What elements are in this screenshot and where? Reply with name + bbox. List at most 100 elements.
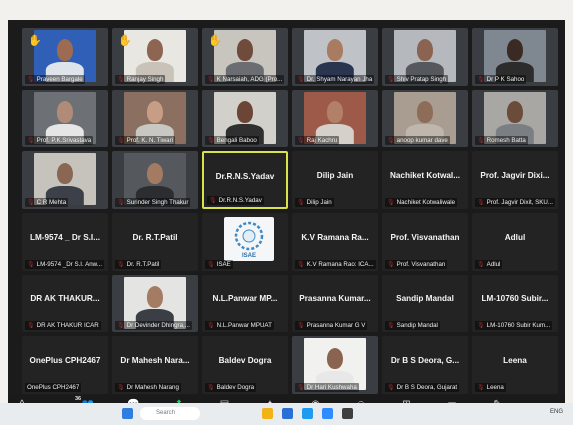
participant-tile[interactable]: Prof. Jagvir Dixi... 🎙 Prof. Jagvir Dixit,… (472, 151, 558, 209)
participant-tile[interactable]: 🎙 Dr P K Sahoo (472, 28, 558, 86)
participant-name-label: 🎙 Dr. Shyam Narayan Jha (295, 74, 375, 84)
start-icon[interactable] (122, 408, 133, 419)
participant-tile[interactable]: Leena 🎙 Leena (472, 336, 558, 394)
participant-tile[interactable]: 🎙 Dr Devinder Dhingra,... (112, 274, 198, 333)
participant-name-label: 🎙 Adlul (475, 259, 503, 269)
participant-name-label: 🎙 Sandip Mandal (385, 321, 440, 331)
participant-tile[interactable]: Prof. Visvanathan 🎙 Prof. Visvanathan (382, 213, 468, 271)
participant-face (506, 100, 524, 123)
participant-face (326, 347, 344, 370)
participant-face (146, 39, 164, 62)
participant-tile[interactable]: N.L.Panwar MP... 🎙 N.L.Panwar MPUAT (202, 274, 288, 333)
participant-name: K Narsaiah, ADG (Pro... (216, 75, 283, 83)
participant-tile[interactable]: Dr B S Deora, G... 🎙 Dr B S Deora, Gujarat (382, 336, 468, 394)
participant-tile[interactable]: Baldev Dogra 🎙 Baldev Dogra (202, 336, 288, 394)
participant-name: Dilip Jain (306, 198, 332, 206)
participant-display-name: DR AK THAKUR... (30, 294, 100, 304)
app-icon[interactable] (342, 408, 353, 419)
participant-name: Prof. K. N. Tiwari (126, 137, 174, 145)
participant-tile[interactable]: 🎙 Dr Hari Kushwaha (292, 336, 378, 394)
participant-display-name: K.V Ramana Ra... (301, 232, 369, 242)
participant-name-label: 🎙 ISAE (205, 259, 233, 269)
participant-name: Prof. P.K.Srivastava (36, 137, 92, 145)
participant-tile[interactable]: ✋ 🎙 Praveen Bargale (22, 28, 108, 86)
participant-display-name: Adlul (504, 232, 526, 242)
participant-tile[interactable]: Sandip Mandal 🎙 Sandip Mandal (382, 274, 468, 333)
raised-hand-icon: ✋ (208, 35, 222, 47)
participant-name: Prasanna Kumar G V (306, 322, 366, 330)
participant-name-label: 🎙 LM-10760 Subir Kum... (475, 321, 553, 331)
participant-tile[interactable]: 🎙 Prof. P.K.Srivastava (22, 89, 108, 148)
muted-mic-icon: 🎙 (209, 197, 217, 204)
participant-tile[interactable]: 🎙 Surinder Singh Thakur (112, 151, 198, 209)
participant-tile[interactable]: Prasanna Kumar... 🎙 Prasanna Kumar G V (292, 274, 378, 333)
participant-name: Baldev Dogra (216, 383, 255, 391)
participant-name-label: 🎙 DR AK THAKUR ICAR (25, 321, 101, 331)
participant-tile[interactable]: 🎙 Bengali Baboo (202, 89, 288, 148)
participant-name: OnePlus CPH2467 (27, 383, 80, 391)
participant-tile[interactable]: ✋ 🎙 K Narsaiah, ADG (Pro... (202, 28, 288, 86)
participant-tile[interactable]: 🎙 Dr. Shyam Narayan Jha (292, 28, 378, 86)
participant-tile[interactable]: Dilip Jain 🎙 Dilip Jain (292, 151, 378, 209)
participant-tile[interactable]: Adlul 🎙 Adlul (472, 213, 558, 271)
participant-name: Dr Hari Kushwaha (306, 383, 357, 391)
participant-display-name: OnePlus CPH2467 (29, 355, 101, 365)
participant-tile[interactable]: K.V Ramana Ra... 🎙 K.V Ramana Rao: ICA... (292, 213, 378, 271)
participant-tile[interactable]: Dr.R.N.S.Yadav 🎙 Dr.R.N.S.Yadav (202, 151, 288, 209)
participant-tile[interactable]: DR AK THAKUR... 🎙 DR AK THAKUR ICAR (22, 274, 108, 333)
participant-name-label: 🎙 Baldev Dogra (205, 382, 257, 392)
muted-mic-icon: 🎙 (207, 384, 215, 391)
participant-face (416, 39, 434, 62)
participant-name: Nachiket Kotwaliwale (396, 198, 456, 206)
muted-mic-icon: 🎙 (117, 199, 125, 206)
participant-tile[interactable]: Nachiket Kotwal... 🎙 Nachiket Kotwaliwale (382, 151, 468, 209)
participant-tile[interactable]: OnePlus CPH2467 OnePlus CPH2467 (22, 336, 108, 394)
zoom-app-icon[interactable] (322, 408, 333, 419)
folder-icon[interactable] (262, 408, 273, 419)
participant-name-label: 🎙 Surinder Singh Thakur (115, 197, 191, 207)
muted-mic-icon: 🎙 (387, 199, 395, 206)
muted-mic-icon: 🎙 (117, 323, 125, 330)
participant-tile[interactable]: LM-9574 _ Dr S.I... 🎙 LM-9574 _Dr S.I. Anw… (22, 213, 108, 271)
participant-name: C R Mehta (36, 198, 67, 206)
participant-name: DR AK THAKUR ICAR (36, 322, 99, 330)
participant-tile[interactable]: 🎙 Prof. K. N. Tiwari (112, 89, 198, 148)
participant-name: Ranjay Singh (126, 75, 164, 83)
muted-mic-icon: 🎙 (117, 76, 125, 83)
participant-face (146, 100, 164, 123)
participant-tile[interactable]: LM-10760 Subir... 🎙 LM-10760 Subir Kum... (472, 274, 558, 333)
participant-name: anoop kumar dave (396, 137, 448, 145)
participant-name: Romesh Batta (486, 137, 526, 145)
participant-name: Bengali Baboo (216, 137, 257, 145)
participant-tile[interactable]: 🎙 anoop kumar dave (382, 89, 468, 148)
muted-mic-icon: 🎙 (297, 138, 305, 145)
participant-name: LM-10760 Subir Kum... (486, 322, 551, 330)
participant-tile[interactable]: 🎙 C R Mehta (22, 151, 108, 209)
muted-mic-icon: 🎙 (477, 384, 485, 391)
participant-name-label: 🎙 Dilip Jain (295, 197, 334, 207)
taskbar-search[interactable]: Search (140, 407, 200, 420)
participant-tile[interactable]: 🎙 Shiv Pratap Singh (382, 28, 468, 86)
participant-name: N.L.Panwar MPUAT (216, 322, 272, 330)
muted-mic-icon: 🎙 (297, 76, 305, 83)
participant-tile[interactable]: Dr. R.T.Patil 🎙 Dr. R.T.Patil (112, 213, 198, 271)
participant-name-label: 🎙 Dr.R.N.S.Yadav (207, 195, 264, 205)
participant-tile[interactable]: ISAE 🎙 ISAE (202, 213, 288, 271)
participant-name-label: 🎙 K Narsaiah, ADG (Pro... (205, 74, 285, 84)
participant-name-label: 🎙 Romesh Batta (475, 136, 528, 146)
muted-mic-icon: 🎙 (117, 138, 125, 145)
participant-tile[interactable]: Dr Mahesh Nara... 🎙 Dr Mahesh Narang (112, 336, 198, 394)
browser-icon[interactable] (282, 408, 293, 419)
participant-tile[interactable]: 🎙 Romesh Batta (472, 89, 558, 148)
mail-icon[interactable] (302, 408, 313, 419)
search-placeholder: Search (156, 410, 176, 416)
participant-face (326, 100, 344, 123)
participant-display-name: Dilip Jain (316, 170, 354, 180)
participant-name: Sandip Mandal (396, 322, 438, 330)
participant-tile[interactable]: 🎙 Raj Kachru (292, 89, 378, 148)
muted-mic-icon: 🎙 (207, 323, 215, 330)
muted-mic-icon: 🎙 (27, 138, 35, 145)
muted-mic-icon: 🎙 (387, 138, 395, 145)
participant-name: ISAE (216, 260, 231, 268)
participant-tile[interactable]: ✋ 🎙 Ranjay Singh (112, 28, 198, 86)
